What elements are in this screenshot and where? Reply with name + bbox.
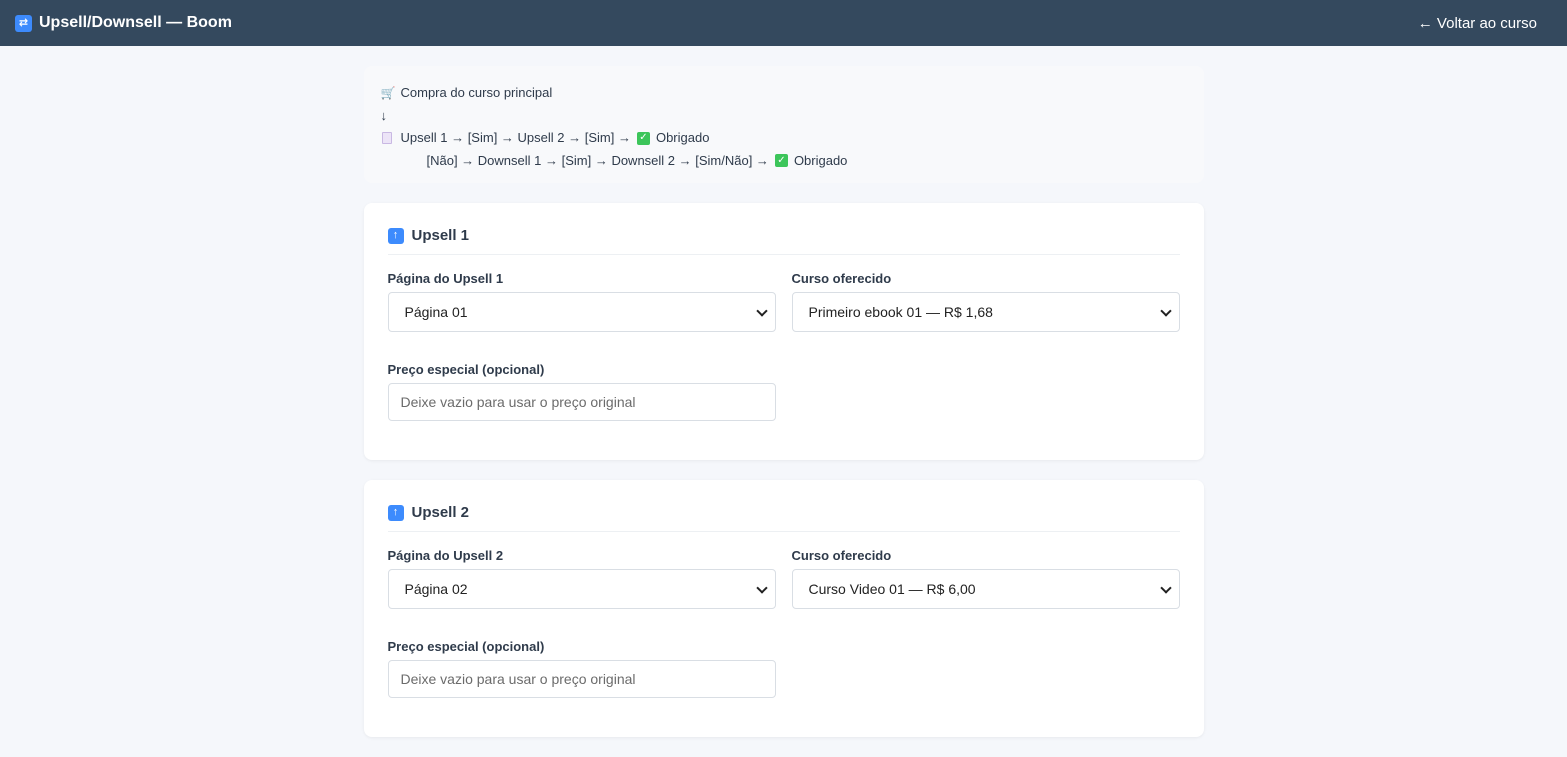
page-label: Página do Upsell 1 bbox=[387, 271, 504, 286]
special-price-input[interactable] bbox=[387, 383, 776, 421]
upsell-1-card: ↑ Upsell 1 Página do Upsell 1 Página 01 … bbox=[363, 203, 1204, 460]
upsell-2-card: ↑ Upsell 2 Página do Upsell 2 Página 02 … bbox=[363, 480, 1204, 737]
chevron-down-icon bbox=[1159, 582, 1172, 594]
page-field: Página do Upsell 2 Página 02 bbox=[387, 548, 776, 609]
cart-icon: 🛒 bbox=[380, 86, 396, 100]
course-label: Curso oferecido bbox=[791, 271, 892, 286]
arrow-up-icon: ↑ bbox=[387, 504, 404, 521]
card-title-text: Upsell 2 bbox=[411, 504, 470, 521]
shuffle-icon: ⇄ bbox=[15, 14, 32, 32]
page-select[interactable]: Página 01 bbox=[387, 292, 776, 332]
back-to-course-link[interactable]: ← Voltar ao curso bbox=[1418, 15, 1537, 32]
page-select-value: Página 01 bbox=[404, 304, 468, 320]
page-title: Upsell/Downsell — Boom bbox=[39, 14, 232, 31]
flow-upsell-end: Obrigado bbox=[655, 130, 710, 145]
course-select[interactable]: Primeiro ebook 01 — R$ 1,68 bbox=[791, 292, 1180, 332]
card-title-text: Upsell 1 bbox=[411, 227, 470, 244]
check-icon: ✓ bbox=[636, 131, 650, 145]
page-select-value: Página 02 bbox=[404, 581, 468, 597]
check-icon: ✓ bbox=[774, 154, 788, 168]
page-label: Página do Upsell 2 bbox=[387, 548, 504, 563]
flow-line-upsell: Upsell 1 → [Sim] → Upsell 2 → [Sim] → ✓ … bbox=[381, 127, 1187, 150]
card-title: ↑ Upsell 1 bbox=[387, 227, 1180, 255]
flow-line-arrow: ↓ bbox=[381, 105, 1187, 128]
course-label: Curso oferecido bbox=[791, 548, 892, 563]
page-field: Página do Upsell 1 Página 01 bbox=[387, 271, 776, 332]
flow-line-downsell: [Não] → Downsell 1 → [Sim] → Downsell 2 … bbox=[381, 150, 1187, 173]
page-select[interactable]: Página 02 bbox=[387, 569, 776, 609]
price-label: Preço especial (opcional) bbox=[387, 639, 545, 654]
price-label: Preço especial (opcional) bbox=[387, 362, 545, 377]
top-bar: ⇄ Upsell/Downsell — Boom ← Voltar ao cur… bbox=[0, 0, 1567, 46]
main-content: 🛒 Compra do curso principal ↓ Upsell 1 →… bbox=[363, 66, 1204, 737]
card-title: ↑ Upsell 2 bbox=[387, 504, 1180, 532]
funnel-flow-diagram: 🛒 Compra do curso principal ↓ Upsell 1 →… bbox=[363, 66, 1204, 183]
flow-arrow-down: ↓ bbox=[380, 107, 388, 123]
chevron-down-icon bbox=[755, 582, 768, 594]
chevron-down-icon bbox=[1159, 305, 1172, 317]
flow-downsell-end: Obrigado bbox=[793, 152, 848, 168]
price-field: Preço especial (opcional) bbox=[387, 639, 776, 698]
course-select-value: Primeiro ebook 01 — R$ 1,68 bbox=[808, 304, 993, 320]
flow-line-purchase: 🛒 Compra do curso principal bbox=[381, 82, 1187, 105]
special-price-input[interactable] bbox=[387, 660, 776, 698]
page-icon bbox=[381, 132, 392, 145]
flow-purchase-text: Compra do curso principal bbox=[400, 85, 553, 100]
price-field: Preço especial (opcional) bbox=[387, 362, 776, 421]
course-field: Curso oferecido Primeiro ebook 01 — R$ 1… bbox=[791, 271, 1180, 332]
course-select-value: Curso Video 01 — R$ 6,00 bbox=[808, 581, 976, 597]
flow-upsell-text: Upsell 1 → [Sim] → Upsell 2 → [Sim] → bbox=[400, 130, 631, 145]
course-field: Curso oferecido Curso Video 01 — R$ 6,00 bbox=[791, 548, 1180, 609]
flow-downsell-text: [Não] → Downsell 1 → [Sim] → Downsell 2 … bbox=[426, 152, 769, 168]
chevron-down-icon bbox=[755, 305, 768, 317]
arrow-up-icon: ↑ bbox=[387, 227, 404, 244]
app-brand: ⇄ Upsell/Downsell — Boom bbox=[15, 14, 232, 32]
course-select[interactable]: Curso Video 01 — R$ 6,00 bbox=[791, 569, 1180, 609]
